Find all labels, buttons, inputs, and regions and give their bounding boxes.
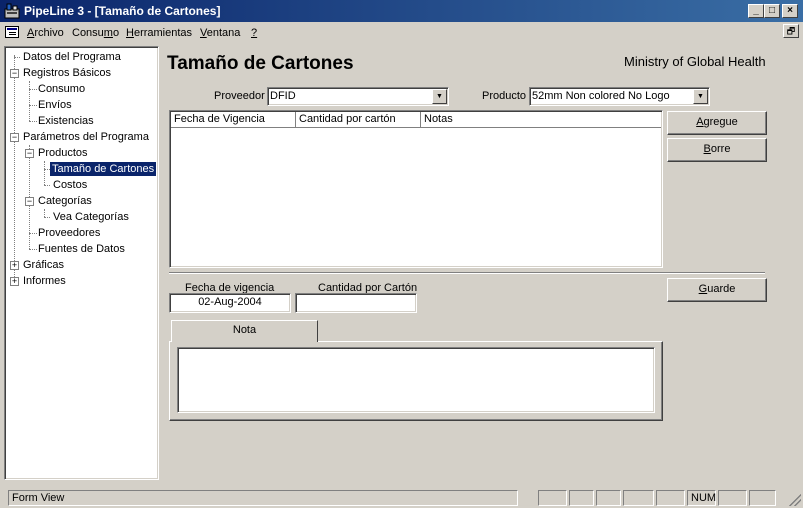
column-header-cantidad[interactable]: Cantidad por cartón: [296, 112, 421, 128]
tree-item-costos[interactable]: Costos: [51, 178, 89, 192]
tree-item-registros-basicos[interactable]: Registros Básicos: [21, 66, 113, 80]
tab-nota[interactable]: Nota: [171, 320, 318, 342]
nota-textarea[interactable]: [177, 347, 655, 413]
menu-archivo[interactable]: Archivo: [27, 27, 64, 39]
column-header-notas[interactable]: Notas: [421, 112, 661, 128]
proveedor-label: Proveedor: [214, 90, 265, 102]
menu-consumo[interactable]: Consumo: [72, 27, 119, 39]
expand-graficas-icon[interactable]: +: [10, 261, 19, 270]
guarde-button[interactable]: Guarde: [667, 278, 767, 302]
title-bar[interactable]: PipeLine 3 - [Tamaño de Cartones] _ □ ×: [0, 0, 803, 22]
pipeline-app-icon: [4, 3, 20, 19]
borre-button[interactable]: Borre: [667, 138, 767, 162]
tree-item-envios[interactable]: Envíos: [36, 98, 74, 112]
menu-ventana[interactable]: Ventana: [200, 27, 240, 39]
expand-parametros-icon[interactable]: −: [10, 133, 19, 142]
proveedor-value: DFID: [270, 90, 296, 102]
chevron-down-icon[interactable]: ▼: [693, 89, 708, 104]
tree-item-consumo[interactable]: Consumo: [36, 82, 87, 96]
navigation-tree[interactable]: − − − − + + Datos del Programa Registros…: [4, 46, 159, 480]
form-divider: [169, 272, 765, 274]
window-title: PipeLine 3 - [Tamaño de Cartones]: [24, 4, 221, 18]
chevron-down-icon[interactable]: ▼: [432, 89, 447, 104]
agregue-button[interactable]: Agregue: [667, 111, 767, 135]
expand-productos-icon[interactable]: −: [25, 149, 34, 158]
status-panel-8: [749, 490, 776, 506]
expand-registros-icon[interactable]: −: [10, 69, 19, 78]
producto-dropdown[interactable]: 52mm Non colored No Logo ▼: [529, 87, 710, 106]
tree-item-graficas[interactable]: Gráficas: [21, 258, 66, 272]
tree-item-categorias[interactable]: Categorías: [36, 194, 94, 208]
status-panel-4: [623, 490, 654, 506]
status-panel-3: [596, 490, 621, 506]
minimize-button[interactable]: _: [748, 4, 764, 18]
status-panel-2: [569, 490, 594, 506]
expand-informes-icon[interactable]: +: [10, 277, 19, 286]
status-bar: Form View NUM: [0, 487, 803, 508]
expand-categorias-icon[interactable]: −: [25, 197, 34, 206]
tree-item-existencias[interactable]: Existencias: [36, 114, 96, 128]
cartones-grid[interactable]: Fecha de Vigencia Cantidad por cartón No…: [169, 110, 663, 268]
column-header-fecha[interactable]: Fecha de Vigencia: [171, 112, 296, 128]
document-window-icon[interactable]: [5, 26, 19, 38]
tree-item-parametros-del-programa[interactable]: Parámetros del Programa: [21, 130, 151, 144]
status-panel-7: [718, 490, 747, 506]
page-title: Tamaño de Cartones: [167, 53, 354, 74]
tree-item-vea-categorias[interactable]: Vea Categorías: [51, 210, 131, 224]
producto-label: Producto: [482, 90, 527, 102]
organization-name: Ministry of Global Health: [624, 54, 766, 69]
maximize-button[interactable]: □: [764, 4, 780, 18]
tree-item-productos[interactable]: Productos: [36, 146, 90, 160]
fecha-vigencia-input[interactable]: 02-Aug-2004: [169, 293, 291, 313]
menu-help[interactable]: ?: [251, 27, 257, 39]
resize-grip-icon[interactable]: [789, 494, 801, 506]
proveedor-dropdown[interactable]: DFID ▼: [267, 87, 449, 106]
close-button[interactable]: ×: [782, 4, 798, 18]
menu-bar: Archivo Consumo Herramientas Ventana ?: [0, 22, 803, 43]
menu-herramientas[interactable]: Herramientas: [126, 27, 192, 39]
restore-window-button[interactable]: 🗗: [783, 24, 799, 38]
tree-item-tamano-de-cartones[interactable]: Tamaño de Cartones: [48, 161, 158, 177]
status-panel-5: [656, 490, 685, 506]
producto-value: 52mm Non colored No Logo: [532, 90, 670, 102]
status-num-lock: NUM: [687, 490, 716, 506]
tree-item-informes[interactable]: Informes: [21, 274, 68, 288]
tree-item-datos-del-programa[interactable]: Datos del Programa: [21, 50, 123, 64]
tree-item-fuentes-de-datos[interactable]: Fuentes de Datos: [36, 242, 127, 256]
cantidad-por-carton-input[interactable]: [295, 293, 417, 313]
status-panel-1: [538, 490, 567, 506]
tree-item-proveedores[interactable]: Proveedores: [36, 226, 102, 240]
status-text: Form View: [8, 490, 518, 506]
